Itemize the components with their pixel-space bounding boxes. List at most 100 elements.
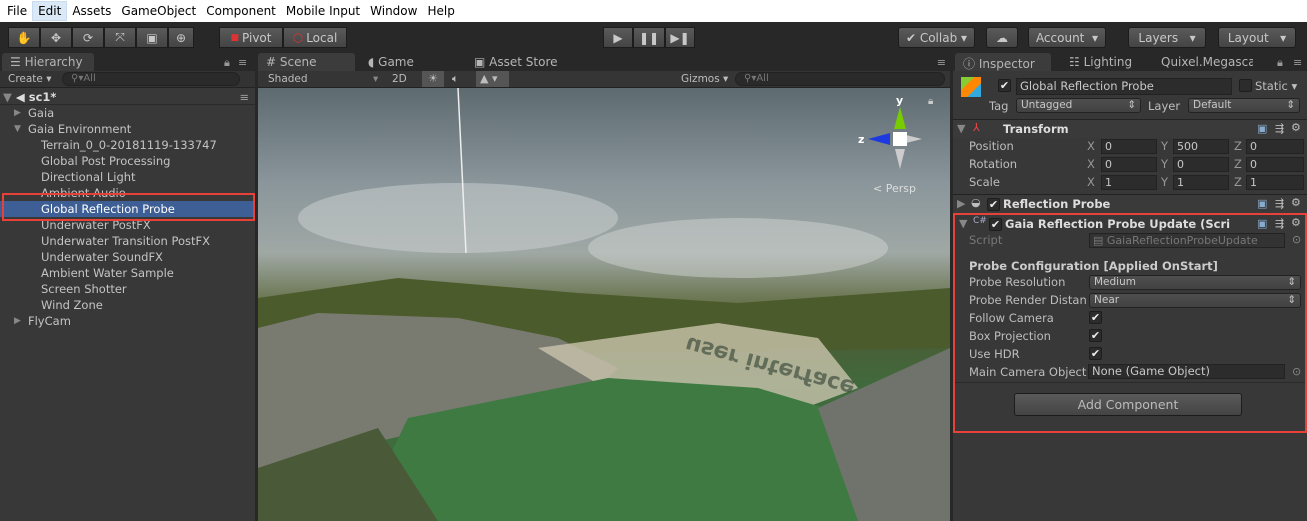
tab-quixel[interactable]: Quixel.Megasca (1153, 53, 1253, 71)
axis-z-label: Z (1234, 175, 1242, 189)
create-dropdown[interactable]: Create ▾ (8, 73, 52, 85)
menu-edit[interactable]: Edit (32, 1, 68, 21)
menu-help[interactable]: Help (422, 2, 459, 20)
active-checkbox[interactable]: ✔ (998, 79, 1011, 92)
reflection-probe-header[interactable]: ▶ ◒ ✔ Reflection Probe ▣ ⇶ ⚙ (953, 194, 1307, 213)
rotate-tool-icon[interactable]: ⟳ (72, 27, 104, 48)
collapsed-arrow-icon[interactable]: ▶ (14, 313, 21, 329)
lock-icon[interactable]: 🔒︎ (1277, 56, 1283, 70)
scale-tool-icon[interactable]: ⤧ (104, 27, 136, 48)
gizmos-dropdown[interactable]: Gizmos ▾ (681, 73, 728, 85)
tab-asset-store[interactable]: ▣ Asset Store (466, 53, 566, 71)
menu-mobile-input[interactable]: Mobile Input (281, 2, 365, 20)
pause-button[interactable]: ❚❚ (633, 27, 665, 48)
help-icon[interactable]: ▣ (1257, 197, 1267, 210)
transform-z-field[interactable]: 1 (1246, 175, 1304, 190)
shading-dropdown[interactable]: Shaded ▾ (268, 73, 378, 85)
transform-y-field[interactable]: 500 (1173, 139, 1229, 154)
menu-window[interactable]: Window (365, 2, 422, 20)
panel-menu-icon[interactable]: ≡ (1293, 56, 1302, 69)
effects-toggle-icon[interactable]: ▲ ▾ (476, 71, 509, 87)
hierarchy-item[interactable]: Underwater Transition PostFX (0, 233, 255, 249)
transform-y-field[interactable]: 0 (1173, 157, 1229, 172)
play-button[interactable]: ▶ (603, 27, 633, 48)
step-button[interactable]: ▶❚ (665, 27, 695, 48)
z-axis-cone (868, 133, 890, 145)
gear-icon[interactable]: ⚙ (1291, 196, 1301, 209)
hierarchy-item[interactable]: Screen Shotter (0, 281, 255, 297)
tab-lighting[interactable]: ☷ Lighting (1061, 53, 1140, 71)
cloud-icon[interactable]: ☁ (986, 27, 1018, 48)
transform-z-field[interactable]: 0 (1246, 157, 1304, 172)
pivot-button[interactable]: ■ Pivot (219, 27, 283, 48)
hierarchy-item[interactable]: Ambient Water Sample (0, 265, 255, 281)
hierarchy-tabbar: ☰ Hierarchy 🔒︎ ≡ (0, 53, 255, 71)
transform-y-field[interactable]: 1 (1173, 175, 1229, 190)
help-icon[interactable]: ▣ (1257, 122, 1267, 135)
tag-dropdown[interactable]: Untagged ⇕ (1016, 98, 1141, 113)
panel-menu-icon[interactable]: ≡ (937, 56, 946, 69)
scene-search[interactable]: ⚲▾All (735, 72, 945, 86)
scene-root[interactable]: ▼ ◀ sc1* ≡ (0, 89, 255, 105)
local-button[interactable]: ⬡ Local (283, 27, 347, 48)
layer-value: Default (1193, 99, 1232, 111)
cloud (298, 183, 618, 253)
layout-button[interactable]: Layout ▾ (1218, 27, 1296, 48)
combined-tool-icon[interactable]: ⊕ (168, 27, 194, 48)
menu-component[interactable]: Component (201, 2, 281, 20)
collab-button[interactable]: ✔ Collab ▾ (898, 27, 975, 48)
hierarchy-item[interactable]: ▼ Gaia Environment (0, 121, 255, 137)
persp-label[interactable]: < Persp (873, 182, 916, 195)
panel-menu-icon[interactable]: ≡ (238, 56, 247, 69)
transform-z-field[interactable]: 0 (1246, 139, 1304, 154)
lock-icon[interactable]: 🔒︎ (928, 96, 933, 107)
tab-hierarchy[interactable]: ☰ Hierarchy (2, 53, 94, 71)
hand-tool-icon[interactable]: ✋ (8, 27, 40, 48)
transform-x-field[interactable]: 0 (1101, 157, 1157, 172)
account-button[interactable]: Account ▾ (1028, 27, 1106, 48)
hierarchy-item[interactable]: Terrain_0_0-20181119-133747 (0, 137, 255, 153)
hierarchy-item[interactable]: Global Post Processing (0, 153, 255, 169)
hierarchy-item[interactable]: Underwater SoundFX (0, 249, 255, 265)
lighting-toggle-icon[interactable]: ☀ (422, 71, 444, 87)
collapsed-arrow-icon[interactable]: ▶ (14, 105, 21, 121)
scene-gizmo[interactable]: y z (858, 93, 938, 183)
hierarchy-panel: Create ▾ ⚲▾All ▼ ◀ sc1* ≡ ▶ Gaia ▼ Gaia Env… (0, 71, 255, 521)
shading-label: Shaded (268, 73, 308, 85)
static-checkbox[interactable] (1239, 79, 1252, 92)
transform-x-field[interactable]: 0 (1101, 139, 1157, 154)
layers-button[interactable]: Layers ▾ (1128, 27, 1206, 48)
reflection-probe-enabled-checkbox[interactable]: ✔ (987, 198, 1000, 211)
audio-toggle-icon[interactable]: 🔈︎ (452, 72, 459, 86)
object-name-field[interactable]: Global Reflection Probe (1016, 78, 1232, 95)
inspector-tabbar: ⓘ Inspector ☷ Lighting Quixel.Megasca 🔒︎… (953, 53, 1307, 71)
menu-file[interactable]: File (2, 2, 32, 20)
hierarchy-item[interactable]: Wind Zone (0, 297, 255, 313)
scene-menu-icon[interactable]: ≡ (239, 89, 249, 105)
transform-header[interactable]: ▼ ⅄ Transform ▣ ⇶ ⚙ (953, 119, 1307, 138)
transform-row-label: Position (969, 139, 1014, 153)
hierarchy-item[interactable]: ▶ Gaia (0, 105, 255, 121)
layer-dropdown[interactable]: Default ⇕ (1188, 98, 1300, 113)
lock-icon[interactable]: 🔒︎ (224, 56, 230, 70)
expanded-arrow-icon[interactable]: ▼ (14, 121, 21, 137)
2d-toggle[interactable]: 2D (392, 73, 407, 85)
menu-assets[interactable]: Assets (67, 2, 116, 20)
tab-scene[interactable]: # Scene (258, 53, 355, 71)
layers-label: Layers (1138, 30, 1179, 45)
scene-viewport[interactable]: user interface y z 🔒︎ < Persp (258, 88, 950, 521)
preset-icon[interactable]: ⇶ (1275, 122, 1284, 135)
axis-z-label: Z (1234, 139, 1242, 153)
tab-inspector[interactable]: ⓘ Inspector (955, 53, 1051, 71)
move-tool-icon[interactable]: ✥ (40, 27, 72, 48)
hierarchy-search[interactable]: ⚲▾All (62, 72, 240, 86)
rect-tool-icon[interactable]: ▣ (136, 27, 168, 48)
preset-icon[interactable]: ⇶ (1275, 197, 1284, 210)
hierarchy-item[interactable]: Directional Light (0, 169, 255, 185)
hierarchy-item[interactable]: ▶ FlyCam (0, 313, 255, 329)
gear-icon[interactable]: ⚙ (1291, 121, 1301, 134)
menu-gameobject[interactable]: GameObject (116, 2, 201, 20)
scene-tabbar: # Scene ◖ Game ▣ Asset Store ≡ (258, 53, 950, 71)
tab-game[interactable]: ◖ Game (360, 53, 422, 71)
transform-x-field[interactable]: 1 (1101, 175, 1157, 190)
